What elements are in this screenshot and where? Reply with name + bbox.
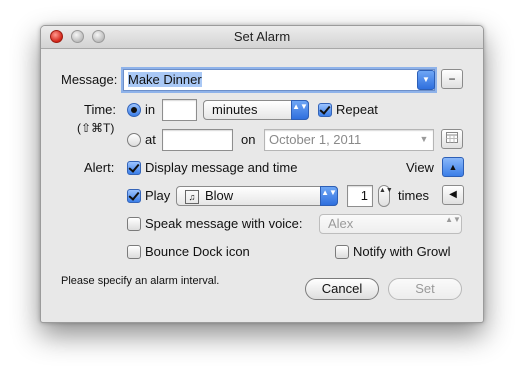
preview-sound-button[interactable]: ◀ <box>442 185 464 205</box>
times-stepper[interactable]: ▲▼ <box>378 185 393 207</box>
interval-unit-popup[interactable]: minutes ▲▼ <box>203 100 309 120</box>
play-sound-checkbox[interactable] <box>127 189 141 203</box>
notify-growl-checkbox[interactable] <box>335 245 349 259</box>
popup-arrows-icon: ▲▼ <box>291 100 309 120</box>
times-field[interactable]: 1 <box>347 185 373 207</box>
calendar-button[interactable] <box>441 129 463 149</box>
popup-arrows-icon: ▲▼ <box>320 186 338 206</box>
remove-message-button[interactable]: − <box>441 69 463 89</box>
set-button[interactable]: Set <box>388 278 462 300</box>
time-label: Time: <box>84 102 117 117</box>
interval-unit-value: minutes <box>212 102 258 117</box>
at-time-field[interactable] <box>162 129 233 151</box>
date-field[interactable]: October 1, 2011 <box>264 129 434 151</box>
zoom-button[interactable] <box>92 30 105 43</box>
play-label: Play <box>145 188 171 203</box>
view-button[interactable]: ▲ <box>442 157 464 177</box>
music-note-icon: ♫ <box>185 189 199 204</box>
at-radio[interactable] <box>127 133 141 147</box>
repeat-checkbox[interactable] <box>318 103 332 117</box>
at-label: at <box>145 132 156 147</box>
set-alarm-window: Set Alarm Message: Make Dinner ▼ − Time:… <box>40 25 484 323</box>
repeat-label: Repeat <box>336 102 378 117</box>
status-message: Please specify an alarm interval. <box>61 275 220 287</box>
alert-label: Alert: <box>84 160 115 175</box>
calendar-icon <box>446 132 458 143</box>
message-field[interactable]: Make Dinner <box>123 69 435 91</box>
voice-value: Alex <box>328 216 354 231</box>
title-bar[interactable]: Set Alarm <box>41 26 483 49</box>
date-dropdown[interactable]: ▼ <box>414 130 434 150</box>
sound-popup[interactable]: ♫ Blow ▲▼ <box>176 186 338 206</box>
display-message-label: Display message and time <box>145 160 298 175</box>
chevron-down-icon: ▼ <box>422 75 430 84</box>
minimize-button[interactable] <box>71 30 84 43</box>
popup-arrows-icon: ▲▼ <box>445 215 461 224</box>
in-label: in <box>145 102 156 117</box>
display-message-checkbox[interactable] <box>127 161 141 175</box>
chevron-down-icon: ▼ <box>419 134 429 144</box>
message-value: Make Dinner <box>128 72 202 87</box>
interval-field[interactable] <box>162 99 197 121</box>
bounce-dock-label: Bounce Dock icon <box>145 244 250 259</box>
disclosure-up-icon: ▲ <box>448 162 458 172</box>
cancel-button[interactable]: Cancel <box>305 278 379 300</box>
times-label: times <box>398 188 430 203</box>
close-button[interactable] <box>50 30 63 43</box>
view-label: View <box>406 160 434 175</box>
notify-growl-label: Notify with Growl <box>353 244 451 259</box>
on-label: on <box>241 132 256 147</box>
in-radio[interactable] <box>127 103 141 117</box>
speak-message-label: Speak message with voice: <box>145 216 303 231</box>
message-label: Message: <box>61 72 118 87</box>
speak-message-checkbox[interactable] <box>127 217 141 231</box>
window-title: Set Alarm <box>233 29 291 44</box>
stepper-arrows-icon: ▲▼ <box>379 187 393 194</box>
time-shortcut: (⇧⌘T) <box>77 121 115 135</box>
speaker-icon: ◀ <box>449 189 457 200</box>
sound-value: Blow <box>205 188 234 203</box>
message-history-dropdown[interactable]: ▼ <box>417 70 435 90</box>
voice-popup[interactable]: Alex ▲▼ <box>319 214 462 234</box>
bounce-dock-checkbox[interactable] <box>127 245 141 259</box>
